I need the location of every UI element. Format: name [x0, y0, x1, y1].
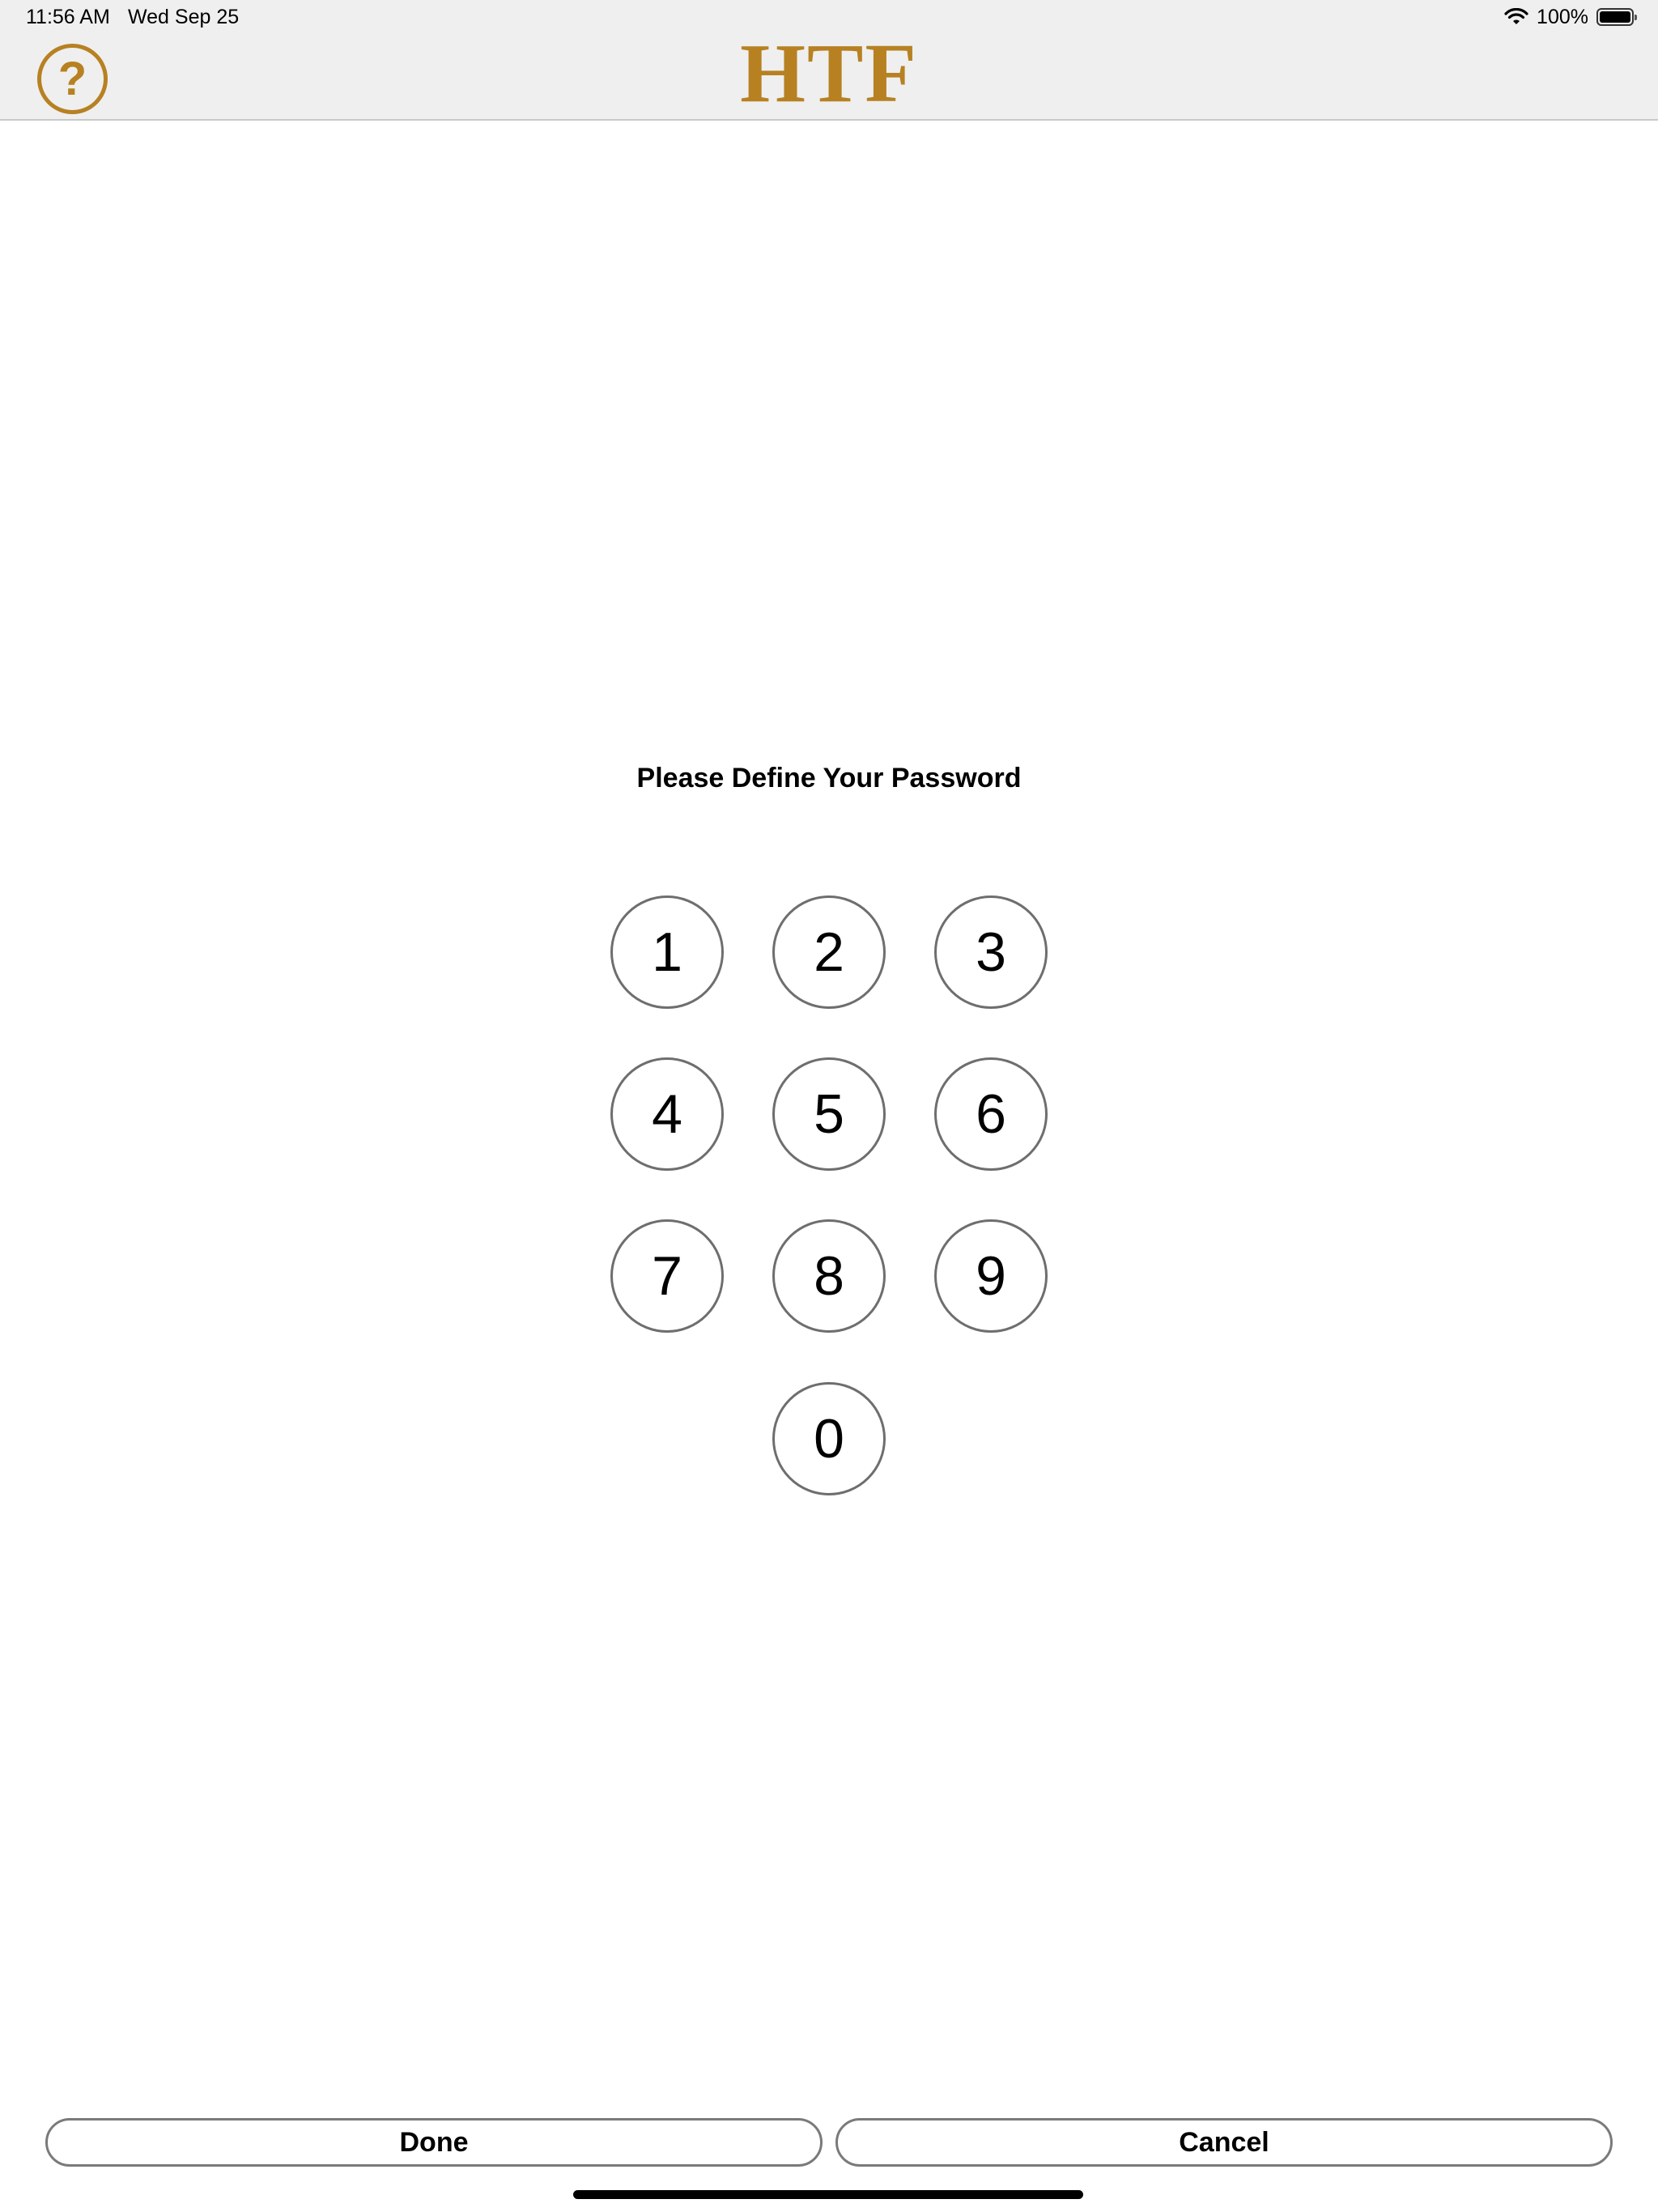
home-indicator[interactable]	[573, 2190, 1083, 2199]
keypad-button-2[interactable]: 2	[772, 895, 886, 1009]
battery-icon	[1596, 8, 1637, 26]
keypad-button-3[interactable]: 3	[934, 895, 1048, 1009]
keypad-button-9[interactable]: 9	[934, 1219, 1048, 1333]
keypad-button-1[interactable]: 1	[610, 895, 724, 1009]
cancel-button[interactable]: Cancel	[835, 2118, 1613, 2167]
status-time: 11:56 AM	[26, 6, 110, 28]
keypad-button-8[interactable]: 8	[772, 1219, 886, 1333]
password-prompt: Please Define Your Password	[636, 763, 1022, 793]
wifi-icon	[1504, 8, 1528, 24]
status-indicators: 100%	[1504, 5, 1637, 29]
keypad-button-0[interactable]: 0	[772, 1382, 886, 1495]
keypad-button-7[interactable]: 7	[610, 1219, 724, 1333]
keypad-button-5[interactable]: 5	[772, 1057, 886, 1171]
status-date: Wed Sep 25	[128, 6, 240, 28]
keypad-button-4[interactable]: 4	[610, 1057, 724, 1171]
htf-logo: HTF	[740, 27, 918, 120]
battery-nub	[1635, 15, 1637, 20]
app-screen: 11:56 AM Wed Sep 25 100% ? HTF Please De…	[0, 0, 1658, 2212]
battery-percent: 100%	[1537, 6, 1588, 28]
keypad-button-6[interactable]: 6	[934, 1057, 1048, 1171]
done-button[interactable]: Done	[45, 2118, 823, 2167]
battery-level	[1600, 11, 1630, 23]
navigation-bar: ? HTF	[0, 28, 1658, 121]
